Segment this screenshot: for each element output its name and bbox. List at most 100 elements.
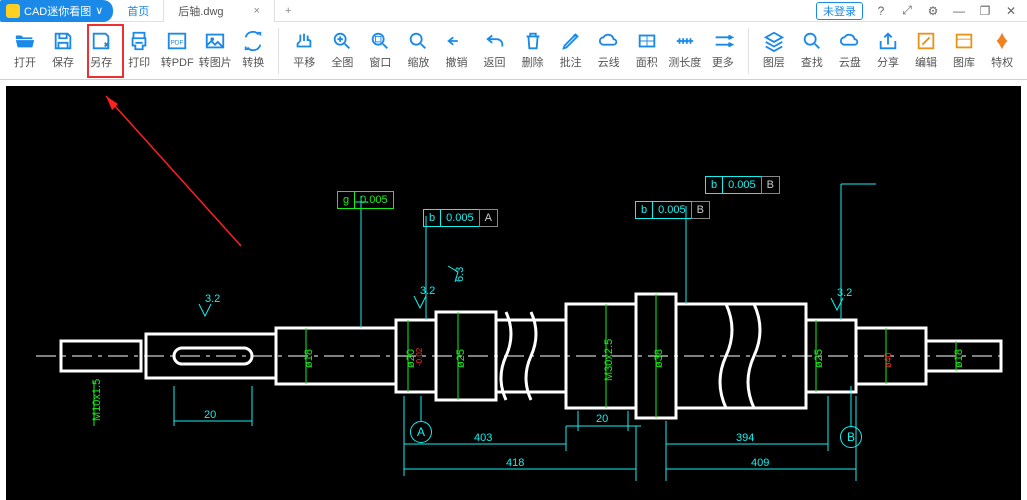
toimg-button[interactable]: 转图片 [196,26,234,76]
share-button[interactable]: 分享 [869,26,907,76]
datum-a: A [410,421,432,443]
datum-b: B [840,426,862,448]
close-icon[interactable]: ✕ [1003,4,1019,18]
dim-20b: 20 [596,413,608,425]
zoom-icon [405,28,431,54]
main-toolbar: 打开 保存 另存 打印 PDF转PDF 转图片 转换 平移 全图 窗口 缩放 撤… [0,22,1027,80]
layers-icon [761,28,787,54]
return-icon [482,28,508,54]
hand-icon [291,28,317,54]
undo-icon [443,28,469,54]
dim-d38: ø38 [653,349,665,368]
convert-icon [240,28,266,54]
app-logo-icon [6,4,20,18]
zoom-window-icon [367,28,393,54]
search-icon [799,28,825,54]
vip-button[interactable]: 特权 [983,26,1021,76]
area-icon [634,28,660,54]
share-icon [875,28,901,54]
trash-icon [520,28,546,54]
titlebar-right: 未登录 ? ⤢ ⚙ — ❐ ✕ [816,2,1027,20]
title-bar: CAD迷你看图 ∨ 首页 后轴.dwg × + 未登录 ? ⤢ ⚙ — ❐ ✕ [0,0,1027,22]
separator [748,28,749,74]
tab-label: 后轴.dwg [178,3,223,19]
login-badge[interactable]: 未登录 [816,2,863,20]
cloud-icon [596,28,622,54]
dim-409: 409 [751,457,769,469]
gtol-g: g0.005 [338,191,394,209]
zoom-button[interactable]: 缩放 [399,26,437,76]
tab-new[interactable]: + [275,5,301,17]
vip-icon [989,28,1015,54]
app-dropdown-icon: ∨ [95,4,103,17]
return-button[interactable]: 返回 [476,26,514,76]
edit-button[interactable]: 编辑 [907,26,945,76]
print-icon [126,28,152,54]
saveas-button[interactable]: 另存 [82,26,120,76]
tab-active-file[interactable]: 后轴.dwg × [164,0,275,22]
topdf-button[interactable]: PDF转PDF [158,26,196,76]
clouddisk-button[interactable]: 云盘 [831,26,869,76]
open-button[interactable]: 打开 [6,26,44,76]
dim-d40tol: ø40 [883,352,893,368]
pencil-icon [558,28,584,54]
cad-drawing-viewport[interactable]: g0.005 b0.005A b0.005B b0.005B A B 20 20… [6,86,1021,500]
saveas-icon [88,28,114,54]
area-button[interactable]: 面积 [628,26,666,76]
restore-icon[interactable]: ❐ [977,4,993,18]
minimize-icon[interactable]: — [951,4,967,18]
edit-icon [913,28,939,54]
dim-403: 403 [474,432,492,444]
dim-d20tol: -0.02 [415,348,424,366]
gtol-b-a: b0.005A [424,209,498,227]
convert-button[interactable]: 转换 [234,26,272,76]
ruler-icon [672,28,698,54]
image-icon [202,28,228,54]
cloudline-button[interactable]: 云线 [590,26,628,76]
find-button[interactable]: 查找 [793,26,831,76]
layers-button[interactable]: 图层 [755,26,793,76]
dim-d18b: ø18 [953,349,965,368]
undo-button[interactable]: 撤销 [437,26,475,76]
help-icon[interactable]: ? [873,4,889,18]
gtol-b-b2: b0.005B [706,176,780,194]
dim-d18a: ø18 [303,349,315,368]
library-icon [951,28,977,54]
library-button[interactable]: 图库 [945,26,983,76]
delete-button[interactable]: 删除 [514,26,552,76]
dim-m30: M30x2.5 [603,339,615,381]
ra-32b: 3.2 [420,285,435,297]
print-button[interactable]: 打印 [120,26,158,76]
ra-32a: 3.2 [205,293,220,305]
dim-m10: M10x1.5 [91,379,103,421]
dim-d25b: ø25 [813,349,825,368]
more-button[interactable]: 更多 [704,26,742,76]
fullscreen-icon[interactable]: ⤢ [899,3,915,18]
separator [278,28,279,74]
dim-20a: 20 [204,409,216,421]
canvas-container: g0.005 b0.005A b0.005B b0.005B A B 20 20… [0,80,1027,500]
dim-418: 418 [506,457,524,469]
zoomwindow-button[interactable]: 窗口 [361,26,399,76]
pan-button[interactable]: 平移 [285,26,323,76]
more-icon [710,28,736,54]
pdf-icon: PDF [164,28,190,54]
tab-home[interactable]: 首页 [113,0,164,22]
length-button[interactable]: 测长度 [666,26,704,76]
svg-text:PDF: PDF [171,40,184,47]
dim-d25a: ø25 [455,349,467,368]
zoomall-button[interactable]: 全图 [323,26,361,76]
save-button[interactable]: 保存 [44,26,82,76]
folder-open-icon [12,28,38,54]
gtol-b-b1: b0.005B [636,201,710,219]
settings-icon[interactable]: ⚙ [925,4,941,18]
cloud-disk-icon [837,28,863,54]
ra-32c: 3.2 [837,287,852,299]
annotate-button[interactable]: 批注 [552,26,590,76]
save-icon [50,28,76,54]
tab-close-icon[interactable]: × [254,5,260,17]
zoom-extents-icon [329,28,355,54]
app-menu[interactable]: CAD迷你看图 ∨ [0,0,113,22]
dim-394: 394 [736,432,754,444]
ra-63: 6.3 [454,267,466,282]
